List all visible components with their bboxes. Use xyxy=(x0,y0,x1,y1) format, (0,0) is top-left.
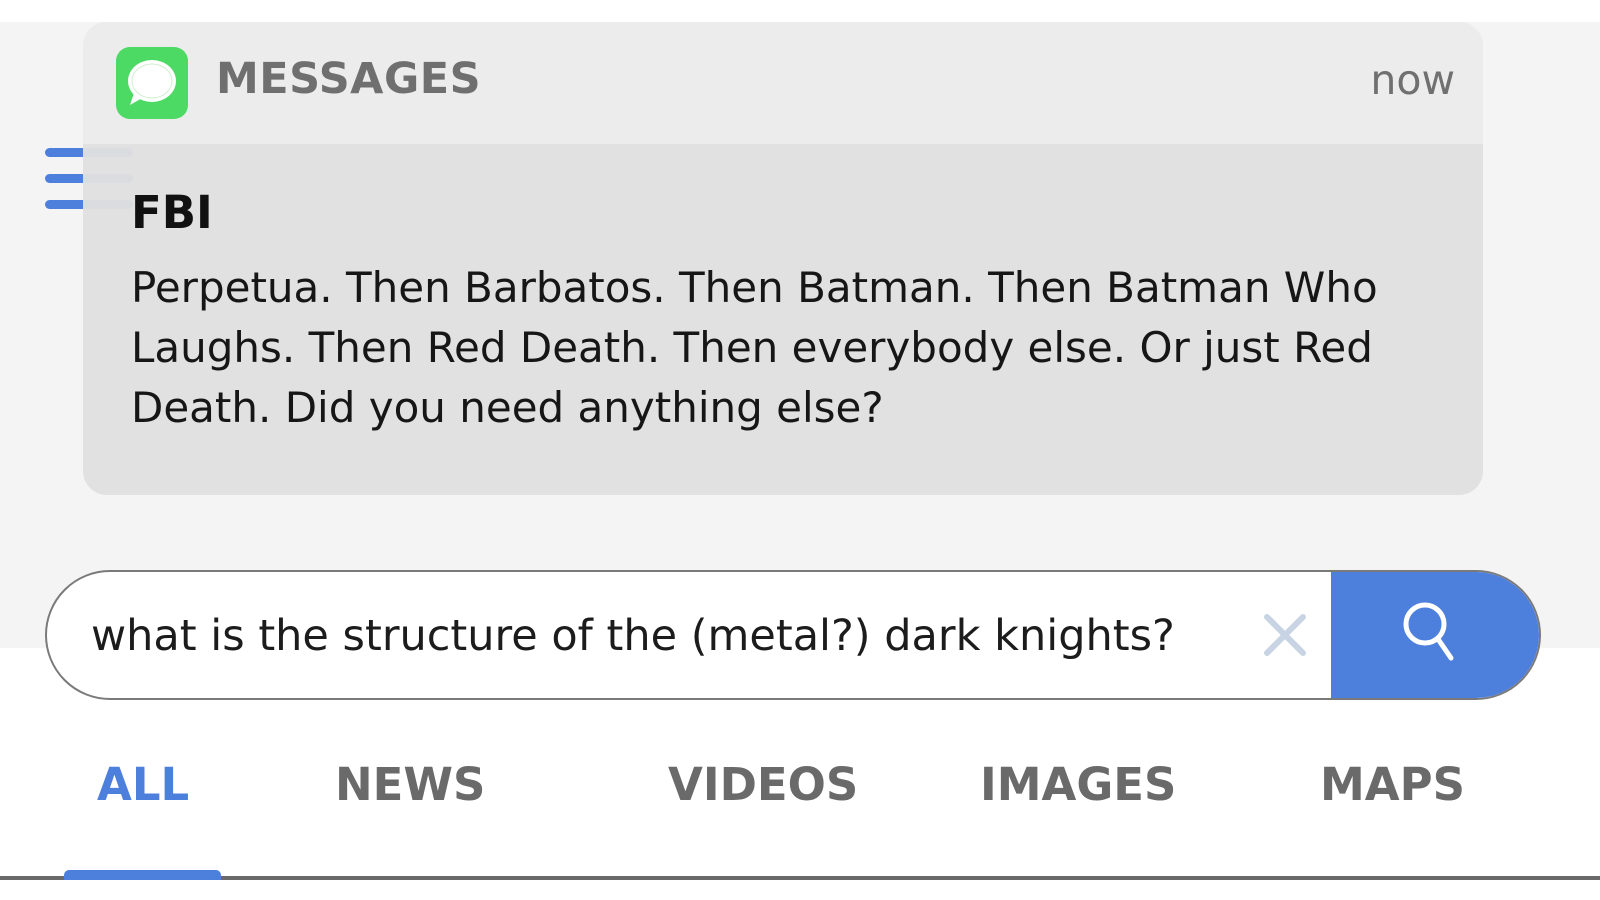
messages-app-icon xyxy=(116,47,188,119)
notification-app-name: MESSAGES xyxy=(216,54,482,104)
active-tab-indicator xyxy=(64,870,221,880)
search-button[interactable] xyxy=(1331,572,1539,698)
tab-all[interactable]: ALL xyxy=(97,758,189,811)
screen: MESSAGES now FBI Perpetua. Then Barbatos… xyxy=(0,0,1600,900)
tab-news[interactable]: NEWS xyxy=(335,758,485,811)
tab-maps[interactable]: MAPS xyxy=(1320,758,1465,811)
tab-videos[interactable]: VIDEOS xyxy=(668,758,858,811)
notification-sender: FBI xyxy=(131,186,213,239)
message-notification[interactable]: MESSAGES now FBI Perpetua. Then Barbatos… xyxy=(83,22,1483,495)
search-bar xyxy=(45,570,1541,700)
tab-images[interactable]: IMAGES xyxy=(980,758,1176,811)
notification-header: MESSAGES now xyxy=(83,22,1483,144)
search-input[interactable] xyxy=(91,600,1241,672)
notification-message: Perpetua. Then Barbatos. Then Batman. Th… xyxy=(131,263,1378,432)
tabs-divider xyxy=(0,876,1600,880)
close-icon[interactable] xyxy=(1252,602,1318,668)
notification-time: now xyxy=(1370,56,1455,104)
search-icon xyxy=(1403,602,1454,661)
search-tabs: ALL NEWS VIDEOS IMAGES MAPS xyxy=(0,740,1600,880)
